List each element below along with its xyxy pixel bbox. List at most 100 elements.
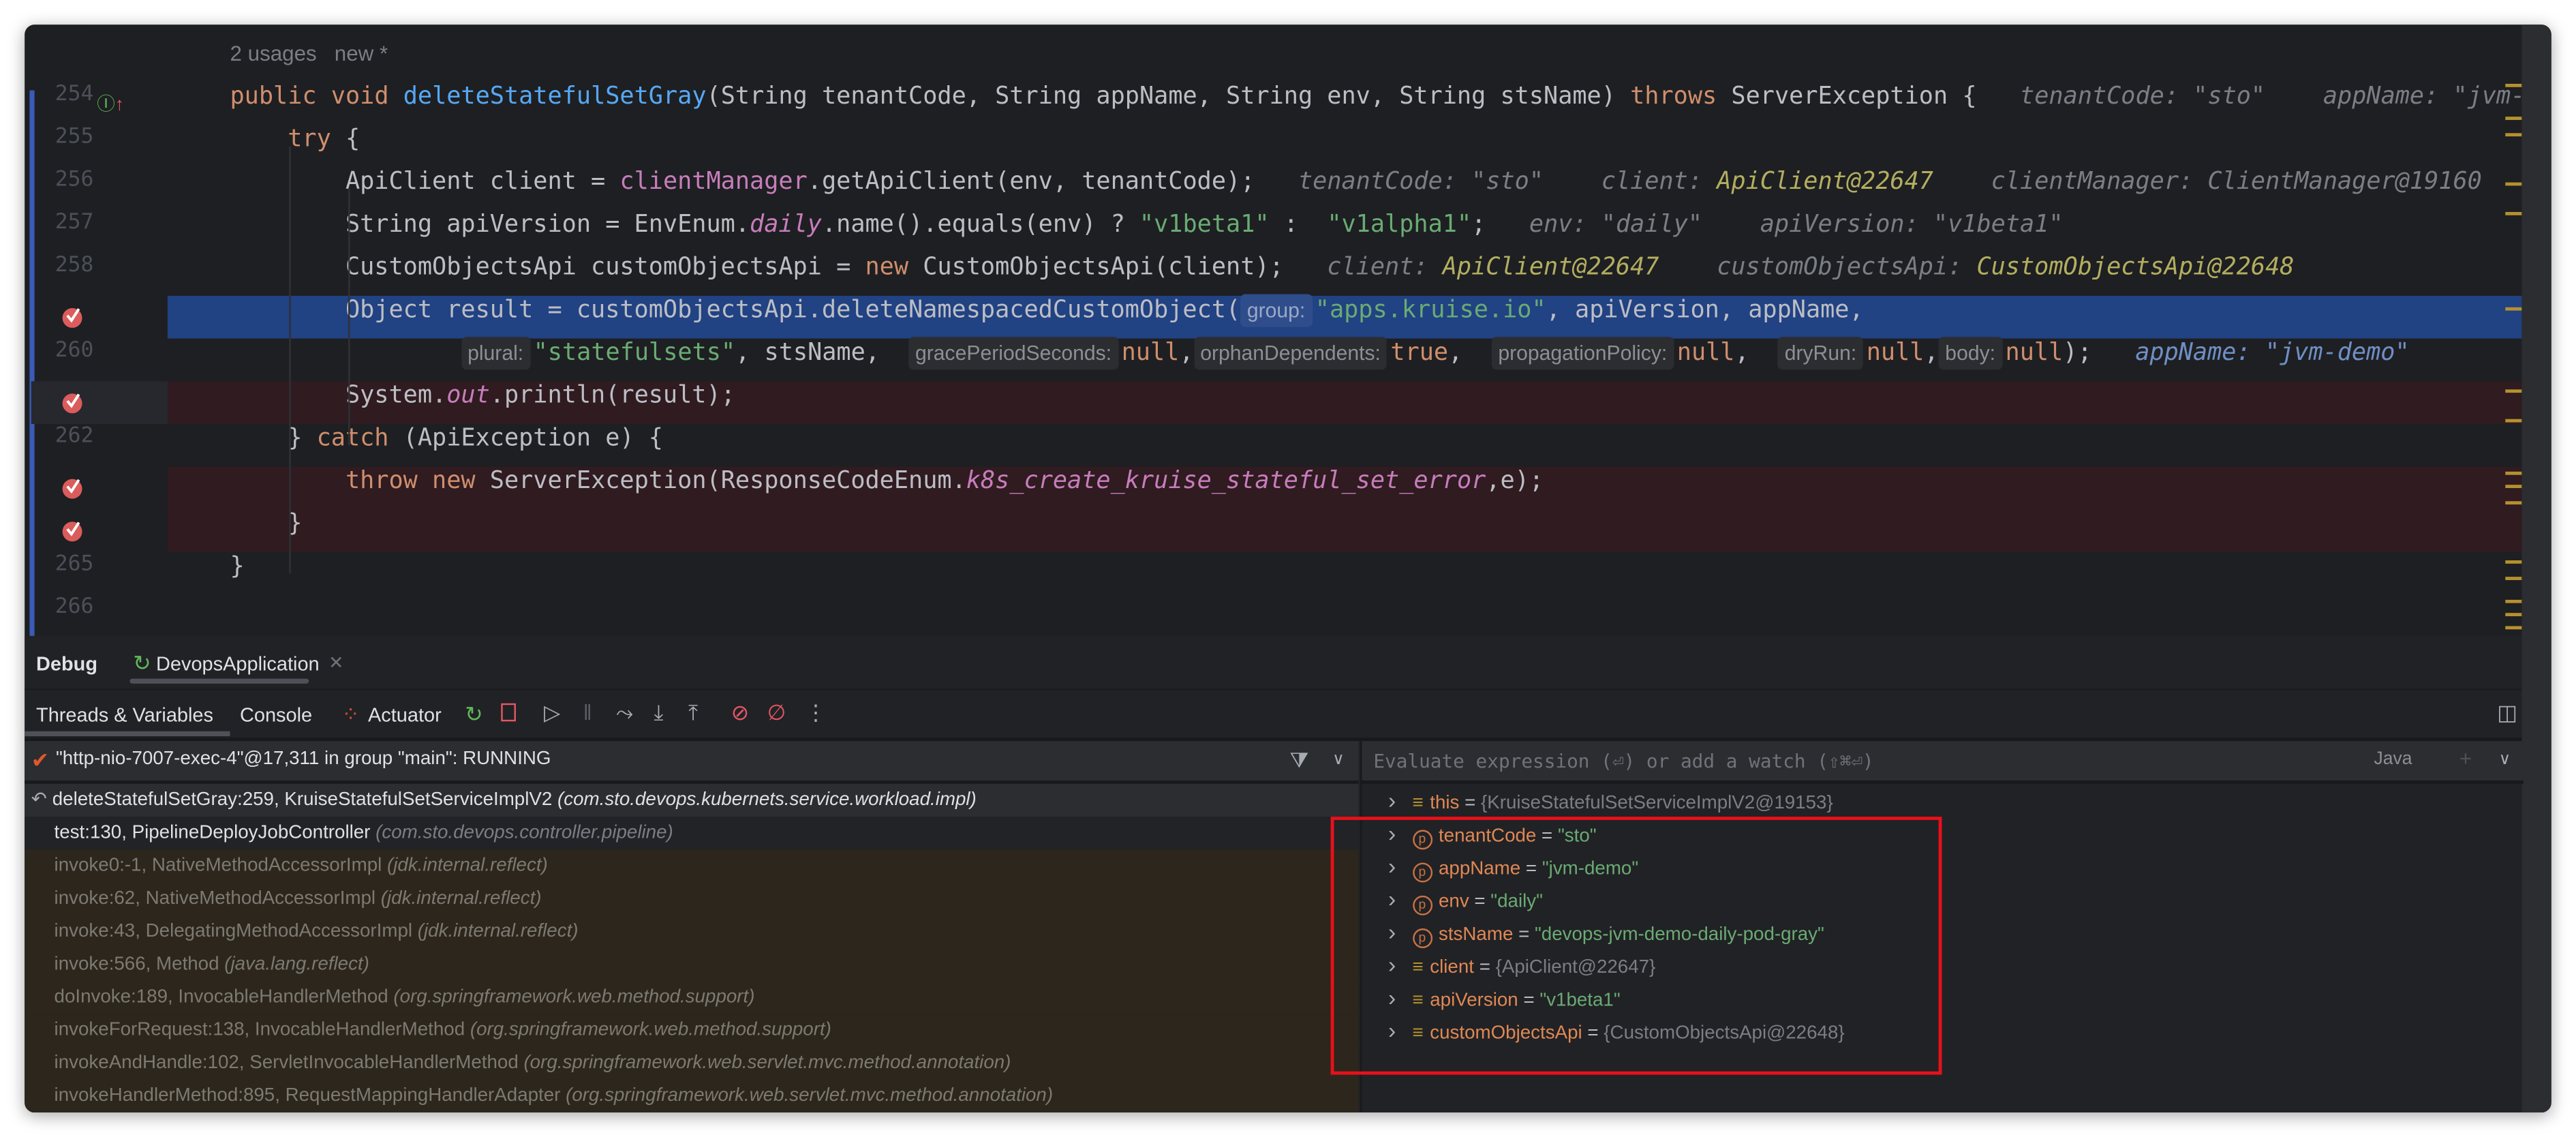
filter-icon[interactable]: ⧩ (1289, 748, 1308, 772)
stack-frame[interactable]: invokeHandlerMethod:895, RequestMappingH… (25, 1079, 1359, 1113)
line-number: 265 (55, 551, 94, 577)
parameter-hint: plural: (461, 337, 530, 370)
tab-devops-application[interactable]: DevopsApplication (156, 652, 320, 676)
active-tab-underline (25, 731, 230, 736)
stack-frame[interactable]: invokeForRequest:138, InvocableHandlerMe… (25, 1014, 1359, 1047)
resume-icon[interactable]: ▷ (544, 701, 560, 725)
active-tab-underline (129, 678, 309, 684)
error-stripe-marker[interactable] (2505, 133, 2522, 137)
code-line[interactable]: Object result = customObjectsApi.deleteN… (25, 294, 2522, 339)
frame-package: (org.springframework.web.method.support) (393, 987, 755, 1007)
frame-method: deleteStatefulSetGray:259, KruiseStatefu… (52, 790, 558, 810)
code-line[interactable]: 258 CustomObjectsApi customObjectsApi = … (25, 253, 2521, 296)
stack-frame[interactable]: ↶ deleteStatefulSetGray:259, KruiseState… (25, 783, 1359, 817)
chevron-down-icon[interactable]: ∨ (1332, 749, 1345, 772)
line-number: 258 (55, 253, 94, 278)
code-token: new (432, 466, 490, 495)
more-options-icon[interactable]: ⋮ (805, 701, 826, 725)
evaluate-expression-input[interactable]: Evaluate expression (⏎) or add a watch (… (1360, 741, 2524, 784)
stack-frame[interactable]: invokeAndHandle:102, ServletInvocableHan… (25, 1046, 1359, 1080)
code-token: ; (1471, 210, 1515, 239)
stack-frame[interactable]: doInvoke:189, InvocableHandlerMethod (or… (25, 981, 1359, 1014)
variable-name: this (1430, 793, 1460, 814)
code-line[interactable]: 255 try { (25, 125, 2521, 168)
implements-icon[interactable]: Ⓘ↑ (97, 91, 124, 117)
code-line[interactable]: 262 } catch (ApiException e) { (25, 424, 2521, 467)
code-token: true (1390, 338, 1449, 367)
code-token: ApiClient client = (230, 167, 620, 196)
code-line[interactable]: } (25, 509, 2522, 552)
code-editor[interactable]: 2 usages new * 254 Ⓘ↑ public void deleteSt… (25, 25, 2521, 636)
parameter-hint: body: (1938, 337, 2002, 370)
pause-icon[interactable]: ‖ (583, 701, 592, 725)
code-line[interactable]: throw new ServerException(ResponseCodeEn… (25, 466, 2522, 510)
frame-method: invoke:62, NativeMethodAccessorImpl (54, 889, 381, 909)
chevron-right-icon[interactable]: › (1388, 787, 1396, 814)
indent-guide (348, 189, 350, 446)
thread-selector[interactable]: ✔ "http-nio-7007-exec-4"@17,311 in group… (25, 741, 1359, 784)
breakpoint-icon[interactable] (61, 305, 84, 329)
stack-frame[interactable]: invoke:62, NativeMethodAccessorImpl (jdk… (25, 882, 1359, 915)
stack-frame[interactable]: invoke:566, Method (java.lang.reflect) (25, 948, 1359, 982)
error-stripe-marker[interactable] (2505, 182, 2522, 186)
error-stripe-marker[interactable] (2505, 626, 2522, 630)
code-token: } (230, 423, 317, 452)
tab-actuator[interactable]: Actuator (368, 703, 442, 727)
code-line[interactable]: 266 (25, 595, 2521, 636)
code-line[interactable]: 256 ApiClient client = clientManager.get… (25, 168, 2521, 211)
error-stripe-marker[interactable] (2505, 485, 2522, 488)
code-text: Object result = customObjectsApi.deleteN… (230, 294, 1864, 327)
stop-icon[interactable] (501, 703, 516, 722)
close-icon[interactable]: ✕ (328, 652, 343, 676)
error-stripe-marker[interactable] (2505, 389, 2522, 393)
step-into-icon[interactable]: ⤓ (654, 701, 663, 725)
step-out-icon[interactable]: ⤒ (688, 701, 698, 725)
code-token: , (1734, 338, 1779, 367)
code-text: public void deleteStatefulSetGray(String… (230, 82, 2521, 110)
stack-frame[interactable]: invoke:43, DelegatingMethodAccessorImpl … (25, 915, 1359, 948)
error-stripe-marker[interactable] (2505, 211, 2522, 215)
error-stripe-marker[interactable] (2505, 307, 2522, 311)
code-text: ApiClient client = clientManager.getApiC… (230, 167, 2482, 196)
error-stripe-marker[interactable] (2505, 599, 2522, 603)
layout-icon[interactable]: ◫ (2497, 701, 2517, 725)
code-token: CustomObjectsApi(client); (923, 253, 1313, 282)
error-stripe-marker[interactable] (2505, 560, 2522, 564)
mute-breakpoints-icon[interactable]: ∅ (767, 701, 786, 725)
parameter-hint: dryRun: (1778, 337, 1863, 370)
usages-hint[interactable]: 2 usages new * (230, 41, 388, 65)
language-selector[interactable]: Java (2374, 749, 2412, 769)
stack-frame[interactable]: invoke0:-1, NativeMethodAccessorImpl (jd… (25, 849, 1359, 883)
line-background (168, 552, 2522, 595)
error-stripe-marker[interactable] (2505, 83, 2522, 87)
breakpoint-icon[interactable] (61, 391, 84, 414)
tab-threads-variables[interactable]: Threads & Variables (36, 703, 213, 727)
error-stripe-marker[interactable] (2505, 501, 2522, 505)
add-watch-icon[interactable]: + (2459, 747, 2472, 771)
code-line[interactable]: 257 String apiVersion = EnvEnum.daily.na… (25, 211, 2521, 254)
error-stripe-marker[interactable] (2505, 577, 2522, 580)
variable-item[interactable]: › ≡ this = {KruiseStatefulSetServiceImplV2… (1388, 784, 1833, 817)
breakpoint-icon[interactable] (61, 519, 84, 543)
code-line[interactable]: System.out.println(result); (25, 381, 2522, 424)
tab-console[interactable]: Console (240, 703, 312, 727)
breakpoint-icon[interactable] (61, 476, 84, 500)
error-stripe-marker[interactable] (2505, 613, 2522, 617)
stack-frame[interactable]: test:130, PipelineDeployJobController (c… (25, 817, 1359, 850)
step-over-icon[interactable]: ⤳ (616, 701, 633, 725)
error-stripe-marker[interactable] (2505, 117, 2522, 120)
rerun-icon[interactable]: ↻ (465, 703, 482, 727)
error-stripe-marker[interactable] (2505, 419, 2522, 423)
code-line[interactable]: 260 plural: "statefulsets", stsName, grac… (25, 337, 2521, 382)
chevron-down-icon[interactable]: ∨ (2499, 749, 2511, 772)
code-line[interactable]: 265} (25, 552, 2521, 595)
frame-package: (jdk.internal.reflect) (387, 855, 548, 876)
view-breakpoints-icon[interactable]: ⊘ (731, 701, 749, 725)
frame-package: (java.lang.reflect) (224, 954, 369, 975)
frame-package: (com.sto.devops.controller.pipeline) (375, 823, 673, 843)
parameter-hint: group: (1240, 294, 1312, 327)
error-stripe-marker[interactable] (2505, 471, 2522, 475)
code-line[interactable]: 254 Ⓘ↑ public void deleteStatefulSetGray(S… (25, 82, 2522, 125)
code-token: "apps.kruise.io" (1315, 295, 1546, 324)
